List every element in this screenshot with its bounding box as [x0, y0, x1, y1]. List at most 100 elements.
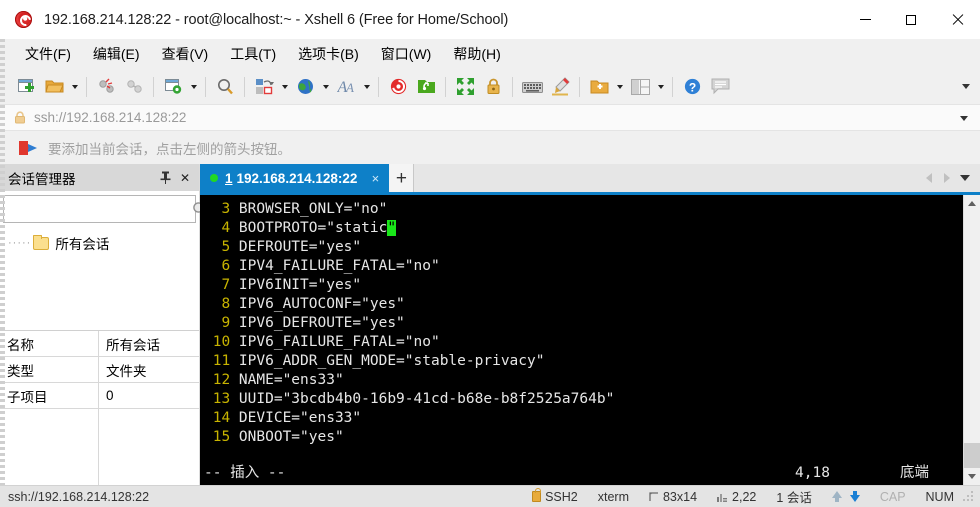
tab-number: 1	[225, 170, 233, 186]
session-tree: ····· 所有会话	[0, 223, 199, 331]
toolbar: A A ?	[0, 69, 980, 104]
open-folder-icon[interactable]	[41, 74, 67, 100]
terminal-line: 12 NAME="ens33"	[204, 372, 344, 388]
tree-item-all-sessions[interactable]: ····· 所有会话	[0, 232, 199, 254]
session-manager-panel: 会话管理器 ✕ ····· 所有会话 名称 所有会话 类型 文件夹 子项目 0	[0, 164, 207, 485]
window-controls	[842, 0, 980, 39]
menu-edit[interactable]: 编辑(E)	[84, 41, 149, 67]
toolbar-separator	[244, 76, 245, 97]
cursor-pos-icon	[717, 491, 728, 502]
menu-window[interactable]: 窗口(W)	[372, 41, 441, 67]
add-folder-caret-icon[interactable]	[613, 74, 626, 100]
session-manager-header: 会话管理器 ✕	[0, 164, 199, 191]
help-icon[interactable]: ?	[679, 74, 705, 100]
search-input[interactable]	[4, 201, 192, 217]
terminal-screen[interactable]: 3 BROWSER_ONLY="no" 4 BOOTPROTO="static"…	[200, 195, 963, 485]
font-caret-icon[interactable]	[360, 74, 373, 100]
menu-view[interactable]: 查看(V)	[153, 41, 218, 67]
terminal-line: 9 IPV6_DEFROUTE="yes"	[204, 315, 405, 331]
tab-prev-icon[interactable]	[920, 165, 938, 191]
xshell-icon[interactable]	[385, 74, 411, 100]
scroll-down-icon[interactable]	[964, 468, 980, 485]
menu-bar: 文件(F) 编辑(E) 查看(V) 工具(T) 选项卡(B) 窗口(W) 帮助(…	[0, 39, 980, 69]
xshell-window: 192.168.214.128:22 - root@localhost:~ - …	[0, 0, 980, 507]
resize-grip-icon[interactable]	[962, 490, 974, 503]
maximize-button[interactable]	[888, 0, 934, 39]
terminal-area: 1 192.168.214.128:22 × + 3 BROWSER_ONLY=…	[200, 164, 980, 485]
transfer-icon[interactable]	[251, 74, 277, 100]
status-size: 83x14	[662, 489, 698, 504]
table-row: 子项目 0	[0, 383, 199, 409]
menu-help[interactable]: 帮助(H)	[444, 41, 509, 67]
disconnect-icon[interactable]	[93, 74, 119, 100]
add-session-arrow-icon[interactable]	[18, 140, 39, 156]
terminal-line-text: IPV6_DEFROUTE="yes"	[238, 315, 405, 331]
close-icon[interactable]: ✕	[175, 168, 195, 188]
reconnect-icon[interactable]	[121, 74, 147, 100]
menu-file[interactable]: 文件(F)	[16, 41, 80, 67]
open-folder-caret-icon[interactable]	[68, 74, 81, 100]
find-icon[interactable]	[212, 74, 238, 100]
layout-icon[interactable]	[627, 74, 653, 100]
globe-caret-icon[interactable]	[319, 74, 332, 100]
svg-text:A: A	[345, 80, 354, 95]
tab-close-icon[interactable]: ×	[367, 170, 383, 186]
toolbar-separator	[205, 76, 206, 97]
property-key: 类型	[0, 357, 99, 382]
add-folder-icon[interactable]	[586, 74, 612, 100]
xftp-icon[interactable]	[413, 74, 439, 100]
status-lock-icon	[532, 488, 542, 502]
status-transfer-indicators	[831, 491, 860, 502]
toolbar-separator	[86, 76, 87, 97]
address-input[interactable]: ssh://192.168.214.128:22	[34, 110, 186, 125]
toolbar-separator	[579, 76, 580, 97]
tab-bar: 1 192.168.214.128:22 × +	[200, 164, 980, 192]
status-cursor-cell: 2,22	[717, 490, 756, 504]
scroll-up-icon[interactable]	[964, 195, 980, 212]
session-properties-caret-icon[interactable]	[187, 74, 200, 100]
toolbar-separator	[512, 76, 513, 97]
session-properties-icon[interactable]	[160, 74, 186, 100]
vim-status-line: -- 插入 -- 4,18 底端	[200, 464, 963, 483]
address-dropdown-icon[interactable]	[956, 105, 972, 131]
tab-status-indicator	[210, 174, 218, 182]
scrollbar-track[interactable]	[964, 212, 980, 468]
tab-list-icon[interactable]	[956, 165, 974, 191]
pin-icon[interactable]	[155, 168, 175, 188]
new-session-icon[interactable]	[13, 74, 39, 100]
address-bar[interactable]: ssh://192.168.214.128:22	[0, 104, 980, 131]
vim-mode: -- 插入 --	[204, 465, 286, 481]
property-key: 子项目	[0, 383, 99, 408]
session-manager-title: 会话管理器	[8, 171, 76, 187]
comment-icon[interactable]	[707, 74, 733, 100]
menu-tools[interactable]: 工具(T)	[221, 41, 285, 67]
layout-caret-icon[interactable]	[654, 74, 667, 100]
highlight-icon[interactable]	[547, 74, 573, 100]
fullscreen-icon[interactable]	[452, 74, 478, 100]
terminal-line-text: NAME="ens33"	[238, 372, 344, 388]
property-key: 名称	[0, 331, 99, 356]
toolbar-separator	[445, 76, 446, 97]
tab-session-1[interactable]: 1 192.168.214.128:22 ×	[200, 164, 390, 192]
new-tab-button[interactable]: +	[389, 164, 415, 192]
tab-next-icon[interactable]	[938, 165, 956, 191]
table-row: 名称 所有会话	[0, 331, 199, 357]
toolbar-separator	[378, 76, 379, 97]
lock-icon[interactable]	[480, 74, 506, 100]
close-button[interactable]	[934, 0, 980, 39]
scrollbar-thumb[interactable]	[964, 443, 980, 468]
terminal-scrollbar[interactable]	[963, 195, 980, 485]
session-search-box[interactable]	[3, 195, 207, 223]
transfer-caret-icon[interactable]	[278, 74, 291, 100]
font-icon[interactable]: A A	[333, 74, 359, 100]
globe-icon[interactable]	[292, 74, 318, 100]
terminal-line: 3 BROWSER_ONLY="no"	[204, 201, 388, 217]
minimize-button[interactable]	[842, 0, 888, 39]
status-url: ssh://192.168.214.128:22	[8, 489, 150, 504]
tab-bar-empty	[414, 164, 920, 192]
title-bar: 192.168.214.128:22 - root@localhost:~ - …	[0, 0, 980, 39]
keyboard-icon[interactable]	[519, 74, 545, 100]
toolbar-overflow-icon[interactable]	[958, 69, 974, 104]
menu-tabs[interactable]: 选项卡(B)	[289, 41, 368, 67]
status-cursor: 2,22	[732, 489, 757, 504]
